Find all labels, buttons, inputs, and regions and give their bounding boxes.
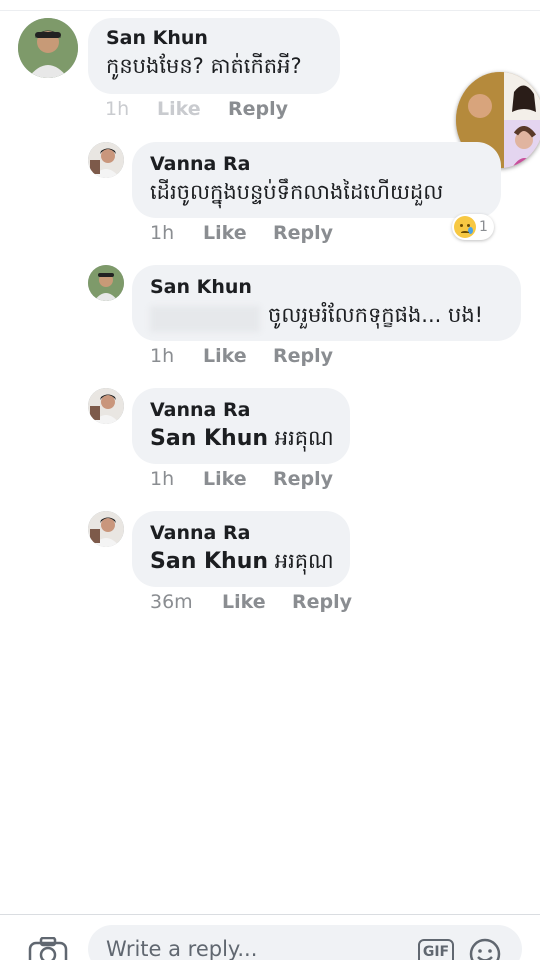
comment-author[interactable]: San Khun xyxy=(150,275,503,299)
comment-text: San Khun អរគុណ xyxy=(150,545,334,578)
reply-button[interactable]: Reply xyxy=(273,468,333,490)
comment-bubble[interactable]: Vanna Ra San Khun អរគុណ xyxy=(132,388,350,464)
reply-button[interactable]: Reply xyxy=(228,98,288,120)
reply-button[interactable]: Reply xyxy=(273,222,333,244)
avatar[interactable] xyxy=(88,388,124,424)
reply-composer: Write a reply... GIF xyxy=(0,914,540,960)
comment-text: San Khun អរគុណ xyxy=(150,422,334,455)
avatar[interactable] xyxy=(88,265,124,301)
comment-bubble[interactable]: Vanna Ra San Khun អរគុណ xyxy=(132,511,350,587)
comment-author[interactable]: Vanna Ra xyxy=(150,152,483,176)
top-divider xyxy=(0,10,540,11)
redacted-area xyxy=(150,306,260,332)
reply-input[interactable]: Write a reply... GIF xyxy=(88,925,522,960)
comment-author[interactable]: Vanna Ra xyxy=(150,521,332,545)
like-button[interactable]: Like xyxy=(203,345,247,367)
comment-author[interactable]: Vanna Ra xyxy=(150,398,332,422)
comment-meta: 1h Like Reply xyxy=(150,345,450,369)
comment-text: ដើរចូលក្នុងបន្ទប់ទឹកលាងដៃហើយដួល xyxy=(150,180,444,204)
reply-button[interactable]: Reply xyxy=(273,345,333,367)
comment-time: 1h xyxy=(150,468,175,490)
gif-icon[interactable]: GIF xyxy=(418,939,454,960)
user-photo-icon xyxy=(88,265,124,301)
comment-meta: 1h Like Reply xyxy=(105,98,405,122)
mention-link[interactable]: San Khun xyxy=(150,549,268,574)
avatar[interactable] xyxy=(88,511,124,547)
comment-bubble[interactable]: Vanna Ra ដើរចូលក្នុងបន្ទប់ទឹកលាងដៃហើយដួល xyxy=(132,142,501,218)
comment-time: 1h xyxy=(150,222,175,244)
camera-icon[interactable] xyxy=(28,936,68,960)
comment-time: 1h xyxy=(105,98,130,120)
reaction-badge[interactable]: 1 xyxy=(452,214,494,240)
comment-meta: 1h Like Reply xyxy=(150,222,450,246)
comment-text-body: ចូលរួមរំលែកទុក្ខផង... បង! xyxy=(268,303,484,327)
comment-meta: 1h Like Reply xyxy=(150,468,450,492)
like-button[interactable]: Like xyxy=(157,98,201,120)
emoji-icon[interactable] xyxy=(468,937,502,960)
like-button[interactable]: Like xyxy=(203,468,247,490)
reaction-count: 1 xyxy=(479,219,488,235)
comment-text-body: អរគុណ xyxy=(274,426,334,450)
mention-link[interactable]: San Khun xyxy=(150,426,268,451)
reply-placeholder: Write a reply... xyxy=(106,937,258,960)
like-button[interactable]: Like xyxy=(203,222,247,244)
avatar[interactable] xyxy=(18,18,78,78)
reply-button[interactable]: Reply xyxy=(292,591,352,613)
user-photo-icon xyxy=(88,142,124,178)
user-photo-icon xyxy=(88,388,124,424)
user-photo-icon xyxy=(18,18,78,78)
comment-meta: 36m Like Reply xyxy=(150,591,450,615)
sad-emoji-icon xyxy=(454,216,476,238)
comment-text: កូនបងមែន? គាត់កើតអី? xyxy=(106,54,302,78)
user-photo-icon xyxy=(88,511,124,547)
comment-bubble[interactable]: San Khun កូនបងមែន? គាត់កើតអី? xyxy=(88,18,340,94)
like-button[interactable]: Like xyxy=(222,591,266,613)
comment-time: 36m xyxy=(150,591,193,613)
comment-author[interactable]: San Khun xyxy=(106,26,322,50)
avatar[interactable] xyxy=(88,142,124,178)
comment-text-body: អរគុណ xyxy=(274,549,334,573)
comment-time: 1h xyxy=(150,345,175,367)
